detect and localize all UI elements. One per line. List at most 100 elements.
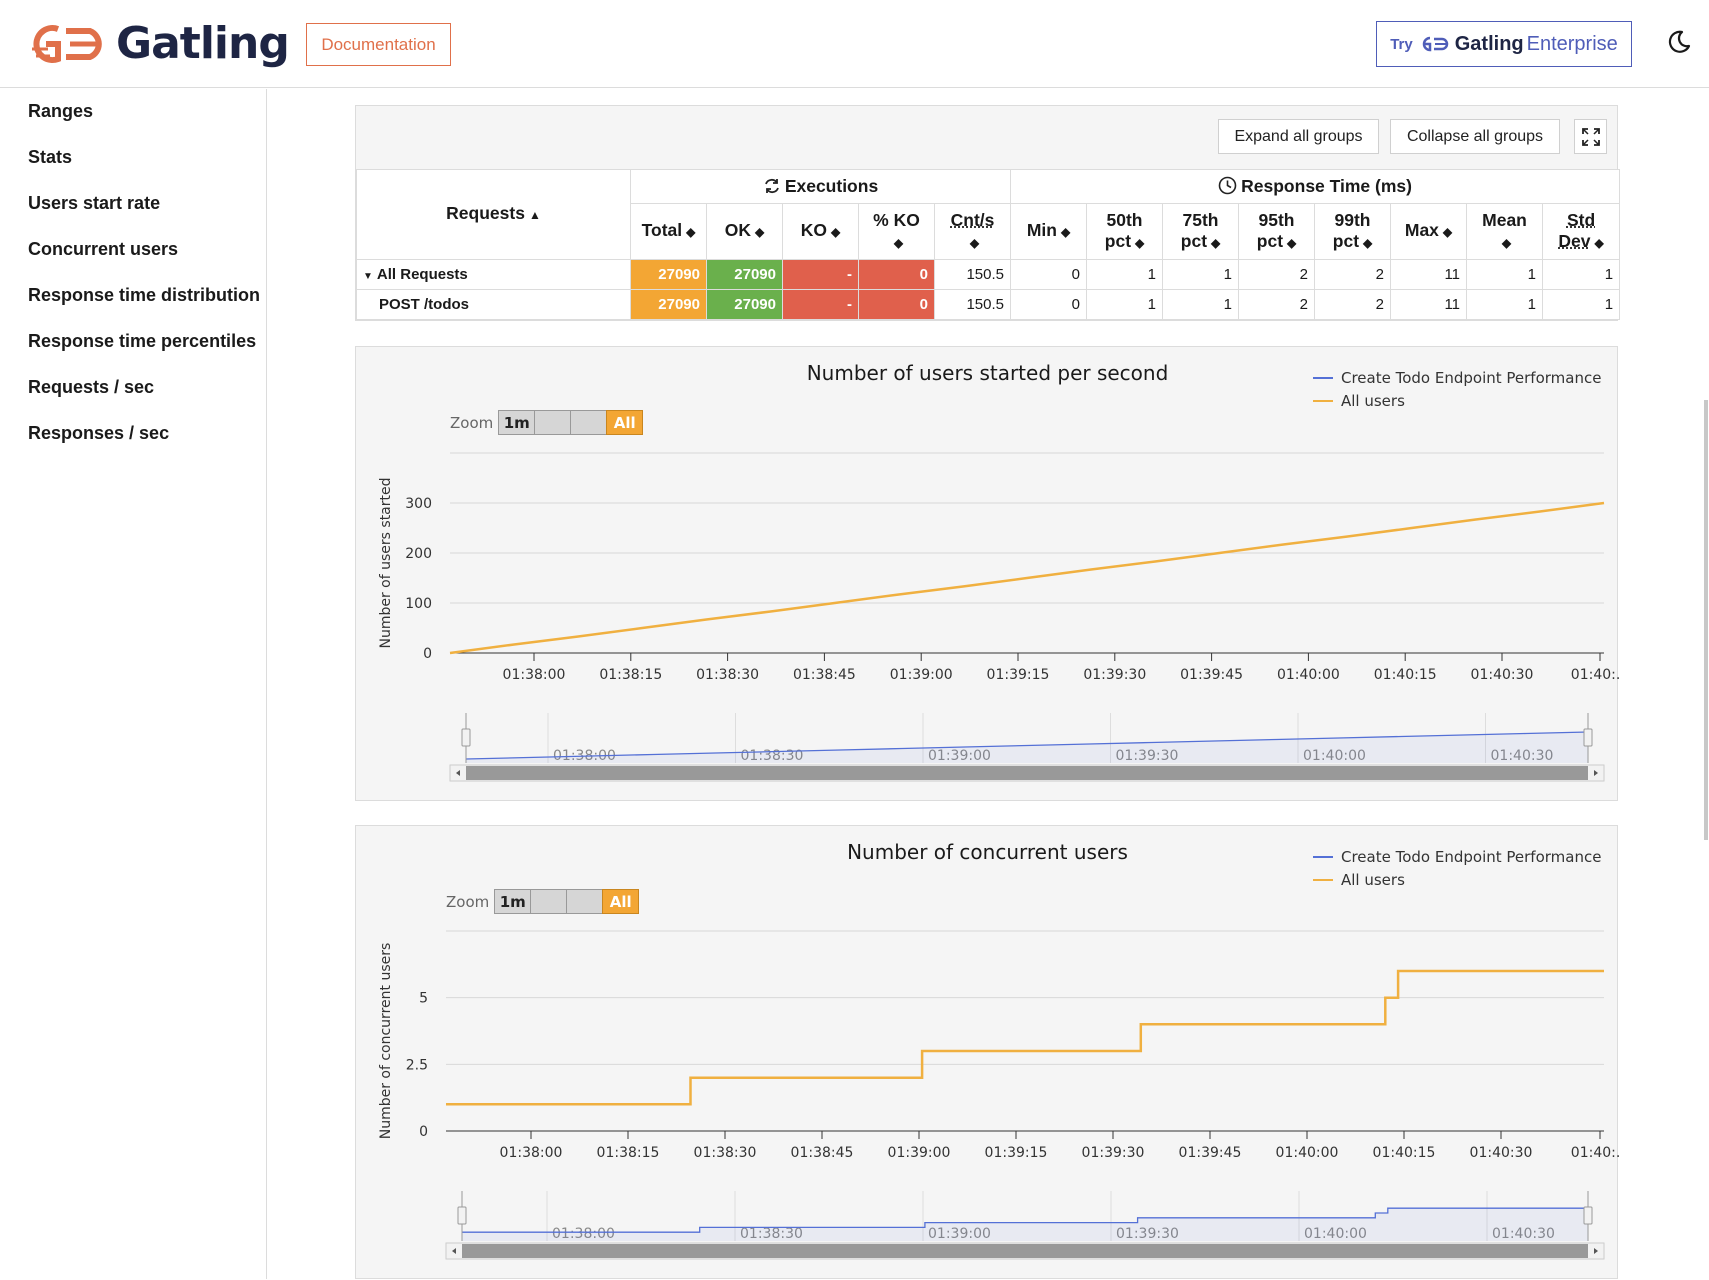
sidebar-nav: Ranges Stats Users start rate Concurrent… [0, 89, 267, 1279]
sort-icon: ◆ [1363, 235, 1373, 250]
col-cnt-s[interactable]: Cnt/s ◆ [933, 203, 1012, 260]
col-p99-label: 99th [1334, 209, 1371, 230]
col-p95[interactable]: 95th pct ◆ [1238, 203, 1316, 260]
gatling-enterprise-icon [1422, 36, 1448, 52]
x-tick-label: 01:40:00 [1276, 1145, 1339, 1161]
col-p50[interactable]: 50th pct ◆ [1086, 203, 1164, 260]
cell-min: 0 [1010, 259, 1088, 290]
sidebar-item-requests-sec[interactable]: Requests / sec [28, 377, 154, 398]
cell-std: 1 [1542, 289, 1621, 320]
cell-min: 0 [1010, 289, 1088, 320]
cell-mean: 1 [1466, 259, 1544, 290]
col-std-dev[interactable]: Std Dev ◆ [1542, 203, 1621, 260]
col-std-sublabel: Dev [1558, 230, 1591, 251]
users-started-chart: 0 100 200 300 Number of users started 01:38:0… [378, 452, 1619, 782]
x-tick-label: 01:39:00 [888, 1145, 951, 1161]
navigator-left-handle [457, 1206, 467, 1225]
table-row[interactable]: POST /todos 27090 27090 - 0 150.5 0 1 1 … [356, 289, 1621, 320]
requests-header-label: Requests [446, 203, 525, 223]
sort-icon: ◆ [686, 225, 696, 239]
fullscreen-button[interactable] [1574, 119, 1607, 154]
enterprise-label: Enterprise [1526, 32, 1618, 55]
stats-panel: Expand all groups Collapse all groups Re… [355, 105, 1621, 321]
col-total[interactable]: Total ◆ [630, 203, 707, 260]
x-tick-label: 01:39:15 [985, 1145, 1048, 1161]
caret-down-icon[interactable]: ▼ [363, 271, 373, 282]
expand-all-groups-button[interactable]: Expand all groups [1218, 119, 1379, 154]
col-p50-sublabel: pct [1104, 230, 1132, 251]
moon-icon[interactable] [1665, 28, 1693, 56]
requests-column-header[interactable]: Requests ▲ [356, 169, 631, 260]
documentation-button[interactable]: Documentation [306, 23, 451, 66]
x-tick-label: 01:38:00 [503, 667, 566, 683]
col-pct-ko[interactable]: % KO ◆ [858, 203, 935, 260]
cell-ko: - [782, 289, 859, 320]
series-line-all-users [449, 501, 1605, 655]
x-tick-label: 01:40:30 [1470, 1145, 1533, 1161]
sidebar-item-response-time-distribution[interactable]: Response time distribution [28, 285, 260, 306]
x-tick-label: 01:38:45 [791, 1145, 854, 1161]
cell-p50: 1 [1086, 289, 1164, 320]
x-tick-label: 01:39:45 [1179, 1145, 1242, 1161]
sort-icon: ◆ [1442, 225, 1453, 239]
series-line-all-users [446, 969, 1604, 1106]
col-ok-label: OK [724, 220, 751, 240]
col-ko[interactable]: KO ◆ [782, 203, 859, 260]
sort-asc-icon: ▲ [528, 208, 541, 222]
navigator-right-handle [1583, 728, 1593, 747]
try-enterprise-button[interactable]: Try Gatling Enterprise [1376, 21, 1632, 67]
sidebar-item-response-time-percentiles[interactable]: Response time percentiles [28, 331, 256, 352]
sort-icon: ◆ [893, 235, 904, 250]
collapse-all-groups-button[interactable]: Collapse all groups [1390, 119, 1560, 154]
sidebar-item-users-start-rate[interactable]: Users start rate [28, 193, 160, 214]
refresh-icon [764, 178, 779, 194]
sort-icon: ◆ [1135, 235, 1145, 250]
concurrent-users-panel: Number of concurrent users Create Todo E… [355, 825, 1619, 1279]
page-scrollbar[interactable] [1704, 400, 1708, 840]
brand-name: Gatling [116, 18, 290, 69]
row-name[interactable]: ▼ All Requests [356, 259, 631, 290]
clock-icon [1218, 176, 1237, 195]
col-p99[interactable]: 99th pct ◆ [1314, 203, 1392, 260]
sort-icon: ◆ [755, 225, 765, 239]
col-mean[interactable]: Mean ◆ [1466, 203, 1544, 260]
sidebar-item-stats[interactable]: Stats [28, 147, 72, 168]
x-tick-label: 01:39:30 [1083, 667, 1146, 683]
sidebar-item-responses-sec[interactable]: Responses / sec [28, 423, 169, 444]
navigator-right-handle [1583, 1206, 1593, 1225]
table-row[interactable]: ▼ All Requests 27090 27090 - 0 150.5 0 1 … [356, 259, 1621, 290]
gatling-logo[interactable]: Gatling [28, 18, 290, 69]
col-p95-sublabel: pct [1256, 230, 1284, 251]
y-tick-label: 0 [423, 646, 432, 662]
y-tick-label: 200 [405, 546, 432, 562]
navigator-scrollbar-thumb [462, 1244, 1588, 1258]
col-ok[interactable]: OK ◆ [706, 203, 783, 260]
navigator-scrollbar-thumb [466, 766, 1588, 780]
expand-icon [1581, 127, 1600, 146]
sort-icon: ◆ [969, 235, 980, 250]
cell-mean: 1 [1466, 289, 1544, 320]
col-p50-label: 50th [1106, 209, 1143, 230]
navigator-left-handle [461, 728, 471, 747]
col-cnt-s-label: Cnt/s [950, 209, 995, 230]
sort-icon: ◆ [831, 225, 841, 239]
col-max[interactable]: Max ◆ [1390, 203, 1468, 260]
top-header: Gatling Documentation Try Gatling Enterp… [0, 0, 1709, 88]
col-p75-label: 75th [1182, 209, 1219, 230]
cell-ok: 27090 [706, 289, 783, 320]
sort-icon: ◆ [1060, 225, 1071, 239]
x-tick-label: 01:38:30 [696, 667, 759, 683]
col-min[interactable]: Min ◆ [1010, 203, 1088, 260]
row-name[interactable]: POST /todos [356, 289, 631, 320]
sort-icon: ◆ [1287, 235, 1297, 250]
try-label: Try [1390, 35, 1413, 53]
sidebar-item-concurrent-users[interactable]: Concurrent users [28, 239, 178, 260]
enterprise-gatling-label: Gatling [1454, 32, 1524, 55]
response-time-header-label: Response Time (ms) [1241, 176, 1412, 196]
sidebar-item-ranges[interactable]: Ranges [28, 101, 93, 122]
col-p75[interactable]: 75th pct ◆ [1162, 203, 1240, 260]
users-start-rate-panel: Number of users started per second Creat… [355, 346, 1619, 801]
x-tick-label: 01:38:45 [793, 667, 856, 683]
col-ko-label: KO [800, 220, 827, 240]
col-min-label: Min [1026, 220, 1057, 240]
